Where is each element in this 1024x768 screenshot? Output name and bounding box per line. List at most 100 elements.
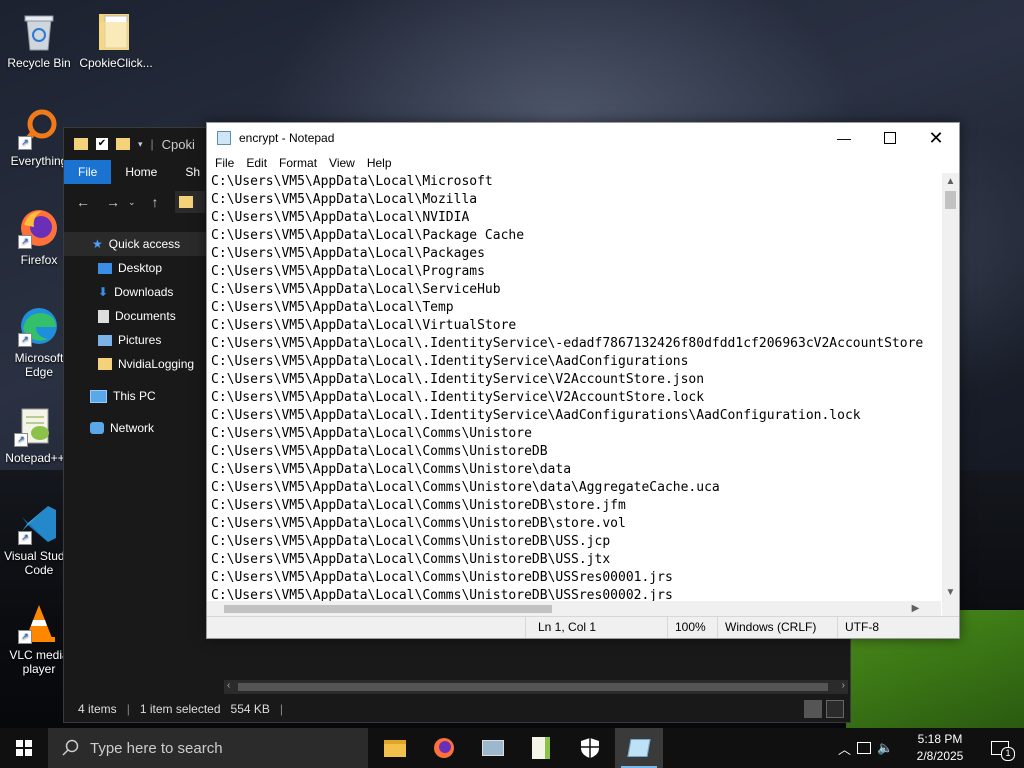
taskbar-file-explorer[interactable] (371, 728, 419, 768)
text-line: C:\Users\VM5\AppData\Local\Comms\Unistor… (211, 516, 626, 531)
taskbar-notepadpp[interactable] (517, 728, 565, 768)
taskbar-clock[interactable]: 5:18 PM 2/8/2025 (904, 731, 976, 765)
document-icon (98, 309, 109, 323)
file-explorer-icon (384, 739, 406, 757)
desktop-icon-label: Recycle Bin (7, 56, 71, 70)
notepad-app-icon (627, 739, 651, 757)
menu-format[interactable]: Format (273, 156, 323, 170)
close-button[interactable]: ✕ (913, 123, 959, 153)
notepad-status-bar: Ln 1, Col 1 100% Windows (CRLF) UTF-8 (207, 616, 959, 638)
text-line: C:\Users\VM5\AppData\Local\Comms\Unistor… (211, 444, 548, 459)
forward-arrow-icon[interactable]: → (106, 194, 120, 210)
notepad-titlebar[interactable]: encrypt - Notepad — ✕ (207, 123, 959, 153)
shield-icon (581, 738, 599, 758)
folder-icon (98, 358, 112, 370)
action-center-button[interactable]: 1 (976, 728, 1024, 768)
recent-dropdown-icon[interactable]: ⌄ (128, 197, 136, 208)
notepad-text-area[interactable]: C:\Users\VM5\AppData\Local\Microsoft C:\U… (207, 173, 941, 601)
text-line: C:\Users\VM5\AppData\Local\ServiceHub (211, 282, 501, 297)
line-ending: Windows (CRLF) (725, 620, 817, 634)
taskbar-search-box[interactable]: Type here to search (48, 728, 368, 768)
search-icon (62, 739, 79, 756)
notepadpp-icon (532, 737, 550, 759)
taskbar-firefox[interactable] (420, 728, 468, 768)
sidebar-item-downloads[interactable]: ⬇ Downloads (64, 280, 220, 304)
network-status-icon[interactable] (857, 742, 872, 754)
checkbox-icon[interactable]: ✔ (96, 138, 108, 150)
taskbar-rdp[interactable] (469, 728, 517, 768)
scroll-right-icon[interactable]: ▶ (907, 601, 924, 616)
status-divider (667, 617, 668, 638)
details-view-icon[interactable] (804, 700, 822, 718)
text-line: C:\Users\VM5\AppData\Local\NVIDIA (211, 210, 470, 225)
maximize-button[interactable] (867, 123, 913, 153)
start-button[interactable] (0, 728, 48, 768)
show-hidden-icons-button[interactable]: ︿ (838, 739, 851, 758)
maximize-icon (884, 132, 896, 144)
sidebar-item-desktop[interactable]: Desktop (64, 256, 220, 280)
shortcut-arrow-icon: ↗ (18, 630, 32, 644)
notepad-app-icon (217, 131, 231, 145)
scroll-right-icon[interactable]: › (842, 680, 845, 691)
sidebar-item-quick-access[interactable]: ★ Quick access (64, 232, 220, 256)
desktop-icon-cpokieclick[interactable]: CpokieClick... (78, 10, 154, 70)
sidebar-item-documents[interactable]: Documents (64, 304, 220, 328)
status-divider (525, 617, 526, 638)
ribbon-tab-share[interactable]: Sh (171, 160, 200, 184)
large-icons-view-icon[interactable] (826, 700, 844, 718)
scrollbar-thumb[interactable] (238, 683, 828, 691)
dropdown-arrow-icon[interactable]: ▾ (138, 139, 143, 150)
sidebar-item-label: This PC (113, 389, 156, 403)
menu-view[interactable]: View (323, 156, 361, 170)
clock-date: 2/8/2025 (916, 749, 964, 763)
explorer-sidebar: ★ Quick access Desktop ⬇ Downloads Docum… (64, 232, 220, 440)
text-line: C:\Users\VM5\AppData\Local\Mozilla (211, 192, 478, 207)
title-divider: | (150, 137, 154, 151)
text-line: C:\Users\VM5\AppData\Local\Temp (211, 300, 454, 315)
desktop-folder-icon (98, 262, 112, 274)
text-line: C:\Users\VM5\AppData\Local\Comms\Unistor… (211, 534, 611, 549)
scrollbar-corner (942, 601, 959, 616)
desktop-icon-recycle-bin[interactable]: Recycle Bin (1, 10, 77, 70)
scroll-down-icon[interactable]: ▼ (942, 584, 959, 601)
sidebar-item-this-pc[interactable]: This PC (64, 384, 220, 408)
up-arrow-icon[interactable]: ↑ (152, 194, 159, 210)
taskbar-notepad[interactable] (615, 728, 663, 768)
text-line: C:\Users\VM5\AppData\Local\Comms\Unistor… (211, 480, 720, 495)
notepad-horizontal-scrollbar[interactable]: ▶ (207, 601, 941, 616)
sidebar-item-network[interactable]: Network (64, 416, 220, 440)
windows-logo-icon (16, 740, 32, 756)
taskbar-security[interactable] (566, 728, 614, 768)
explorer-horizontal-scrollbar[interactable]: ‹ › (224, 680, 848, 694)
status-divider (837, 617, 838, 638)
firefox-icon: ↗ (18, 207, 60, 249)
scroll-up-icon[interactable]: ▲ (942, 173, 959, 190)
text-line: C:\Users\VM5\AppData\Local\.IdentityServ… (211, 336, 924, 351)
sidebar-item-label: Quick access (108, 237, 181, 251)
edge-icon: ↗ (18, 305, 60, 347)
ribbon-tab-home[interactable]: Home (111, 160, 171, 184)
taskbar: Type here to search ︿ 🔈 5:18 PM 2/8/2025… (0, 728, 1024, 768)
sidebar-item-nvidialogging[interactable]: NvidiaLogging (64, 352, 220, 376)
menu-help[interactable]: Help (361, 156, 398, 170)
minimize-button[interactable]: — (821, 123, 867, 153)
scrollbar-thumb[interactable] (945, 191, 956, 209)
sidebar-item-label: Pictures (118, 333, 162, 347)
text-line: C:\Users\VM5\AppData\Local\Microsoft (211, 174, 493, 189)
scrollbar-thumb[interactable] (224, 605, 552, 613)
notepad-window[interactable]: encrypt - Notepad — ✕ File Edit Format V… (206, 122, 960, 639)
address-bar[interactable] (174, 191, 205, 213)
minimize-icon: — (837, 130, 851, 146)
text-line: C:\Users\VM5\AppData\Local\Programs (211, 264, 485, 279)
volume-muted-icon[interactable]: 🔈 (877, 740, 893, 756)
notification-icon: 1 (991, 741, 1015, 761)
menu-file[interactable]: File (209, 156, 240, 170)
sidebar-item-pictures[interactable]: Pictures (64, 328, 220, 352)
text-line: C:\Users\VM5\AppData\Local\Comms\Unistor… (211, 498, 626, 513)
search-placeholder: Type here to search (90, 739, 223, 757)
back-arrow-icon[interactable]: ← (76, 194, 90, 210)
menu-edit[interactable]: Edit (240, 156, 273, 170)
scroll-left-icon[interactable]: ‹ (227, 680, 230, 691)
notepad-vertical-scrollbar[interactable]: ▲ ▼ (942, 173, 959, 601)
ribbon-tab-file[interactable]: File (64, 160, 112, 184)
